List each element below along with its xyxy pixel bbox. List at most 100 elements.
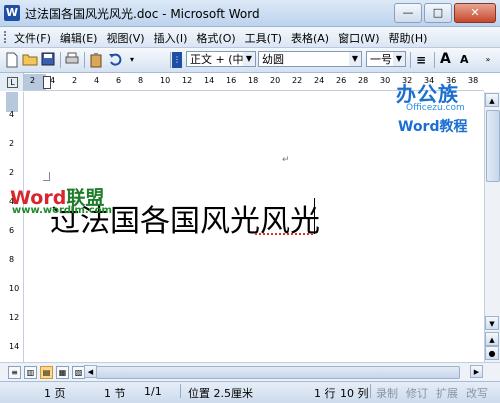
brand-url: Officezu.com	[406, 103, 465, 113]
scroll-up-icon[interactable]: ▲	[485, 93, 499, 107]
ruler-tick-label: 2	[72, 76, 78, 85]
toolbar-separator	[60, 52, 61, 68]
vertical-ruler-tick-label: 2	[9, 168, 15, 177]
menu-view[interactable]: 视图(V)	[106, 30, 144, 46]
status-page: 1 页	[44, 387, 66, 400]
vertical-ruler-tick-label: 14	[9, 342, 20, 351]
toolbar-options-icon[interactable]: ⋮	[172, 52, 182, 68]
text-caret	[314, 198, 315, 234]
crop-mark	[43, 172, 50, 181]
status-separator	[180, 384, 181, 398]
paragraph-mark: ↵	[282, 155, 290, 165]
vertical-ruler-tick-label: 10	[9, 284, 20, 293]
ruler-tick-label: 16	[226, 76, 237, 85]
status-extend[interactable]: 扩展	[436, 385, 458, 401]
ruler-tick-label: 6	[116, 76, 122, 85]
status-separator	[370, 384, 371, 398]
window-controls: — □ ✕	[392, 3, 496, 23]
ruler-tick-label: 2	[30, 76, 36, 85]
style-combo[interactable]: 正文 + (中文 ▼	[186, 51, 256, 67]
ruler-tick-label: 10	[160, 76, 171, 85]
menu-bar: 文件(F) 编辑(E) 视图(V) 插入(I) 格式(O) 工具(T) 表格(A…	[0, 27, 500, 48]
ruler-tick-label: 26	[336, 76, 347, 85]
save-icon[interactable]	[40, 52, 56, 68]
toolbar-separator	[84, 52, 85, 68]
ruler-tick-label: 38	[468, 76, 479, 85]
paste-icon[interactable]	[88, 52, 104, 68]
chevron-down-icon[interactable]: ▼	[349, 52, 361, 66]
font-size-combo[interactable]: 一号 ▼	[366, 51, 406, 67]
chevron-down-icon[interactable]: ▼	[393, 52, 405, 66]
toolbar-separator	[410, 52, 411, 68]
word-app-icon[interactable]: W	[4, 5, 20, 21]
spelling-squiggle	[255, 230, 313, 235]
brand-tutorial: Word教程	[398, 119, 468, 135]
minimize-button[interactable]: —	[394, 3, 422, 23]
outline-view-button[interactable]: ▦	[56, 366, 69, 379]
close-button[interactable]: ✕	[454, 3, 496, 23]
menu-format[interactable]: 格式(O)	[196, 30, 235, 46]
ruler-tick-label: 30	[380, 76, 391, 85]
font-size-value: 一号	[370, 53, 392, 66]
toolbar-separator	[434, 52, 435, 68]
ruler-tick-label: 8	[138, 76, 144, 85]
formatting-toolbar: ▾ ⋮ 正文 + (中文 ▼ 幼圆 ▼ 一号 ▼ ≡ A A »	[0, 48, 500, 73]
ruler-tick-label: 28	[358, 76, 369, 85]
horizontal-scroll-thumb[interactable]	[96, 366, 460, 379]
grow-font-icon[interactable]: A	[440, 51, 451, 67]
vertical-ruler-tick-label: 12	[9, 313, 20, 322]
prev-page-icon[interactable]: ▲	[485, 332, 499, 346]
undo-icon[interactable]	[108, 52, 124, 68]
scroll-thumb[interactable]	[486, 110, 500, 182]
status-section: 1 节	[104, 387, 126, 400]
vertical-ruler-tick-label: 4	[9, 110, 15, 119]
status-record[interactable]: 录制	[376, 385, 398, 401]
menu-window[interactable]: 窗口(W)	[338, 30, 379, 46]
status-line: 1 行	[314, 387, 336, 400]
vertical-ruler-tick-label: 6	[9, 226, 15, 235]
font-value: 幼圆	[262, 53, 284, 66]
web-view-button[interactable]: ▥	[24, 366, 37, 379]
print-layout-button[interactable]: ▤	[40, 366, 53, 379]
status-column: 10 列	[340, 387, 369, 400]
align-icon[interactable]: ≡	[416, 53, 426, 67]
status-page-of: 1/1	[144, 385, 162, 398]
vertical-ruler-tick-label: 2	[9, 139, 15, 148]
maximize-button[interactable]: □	[424, 3, 452, 23]
menu-edit[interactable]: 编辑(E)	[60, 30, 98, 46]
browse-object-icon[interactable]: ●	[485, 346, 499, 360]
toolbar-overflow-icon[interactable]: »	[480, 52, 496, 68]
menu-tools[interactable]: 工具(T)	[245, 30, 282, 46]
font-combo[interactable]: 幼圆 ▼	[258, 51, 362, 67]
status-position: 位置 2.5厘米	[188, 387, 253, 400]
ruler-tick-label: 4	[50, 76, 56, 85]
scroll-down-icon[interactable]: ▼	[485, 316, 499, 330]
print-icon[interactable]	[64, 52, 80, 68]
ruler-tick-label: 18	[248, 76, 259, 85]
window-title: 过法国各国风光风光.doc - Microsoft Word	[25, 7, 260, 21]
menu-table[interactable]: 表格(A)	[291, 30, 329, 46]
menu-help[interactable]: 帮助(H)	[389, 30, 428, 46]
status-overtype[interactable]: 改写	[466, 385, 488, 401]
shrink-font-icon[interactable]: A	[460, 53, 469, 66]
ruler-tick-label: 4	[94, 76, 100, 85]
ruler-tick-label: 20	[270, 76, 281, 85]
toolbar-separator	[170, 52, 171, 68]
chevron-down-icon[interactable]: ▼	[243, 52, 255, 66]
menu-grip-handle[interactable]	[4, 31, 9, 43]
menu-file[interactable]: 文件(F)	[14, 30, 51, 46]
new-doc-icon[interactable]	[4, 52, 20, 68]
ruler-tick-label: 22	[292, 76, 303, 85]
normal-view-button[interactable]: ≡	[8, 366, 21, 379]
tab-stop-icon[interactable]: L	[7, 77, 18, 88]
vertical-ruler-tick-label: 8	[9, 255, 15, 264]
scroll-right-icon[interactable]: ▶	[470, 365, 483, 378]
undo-dropdown-icon[interactable]: ▾	[124, 52, 140, 68]
watermark-url: www.wordlm.com	[12, 205, 112, 216]
title-bar: W 过法国各国风光风光.doc - Microsoft Word — □ ✕	[0, 0, 500, 27]
ruler-tick-label: 14	[204, 76, 215, 85]
ruler-tick-label: 12	[182, 76, 193, 85]
menu-insert[interactable]: 插入(I)	[154, 30, 188, 46]
status-track-changes[interactable]: 修订	[406, 385, 428, 401]
open-folder-icon[interactable]	[22, 52, 38, 68]
